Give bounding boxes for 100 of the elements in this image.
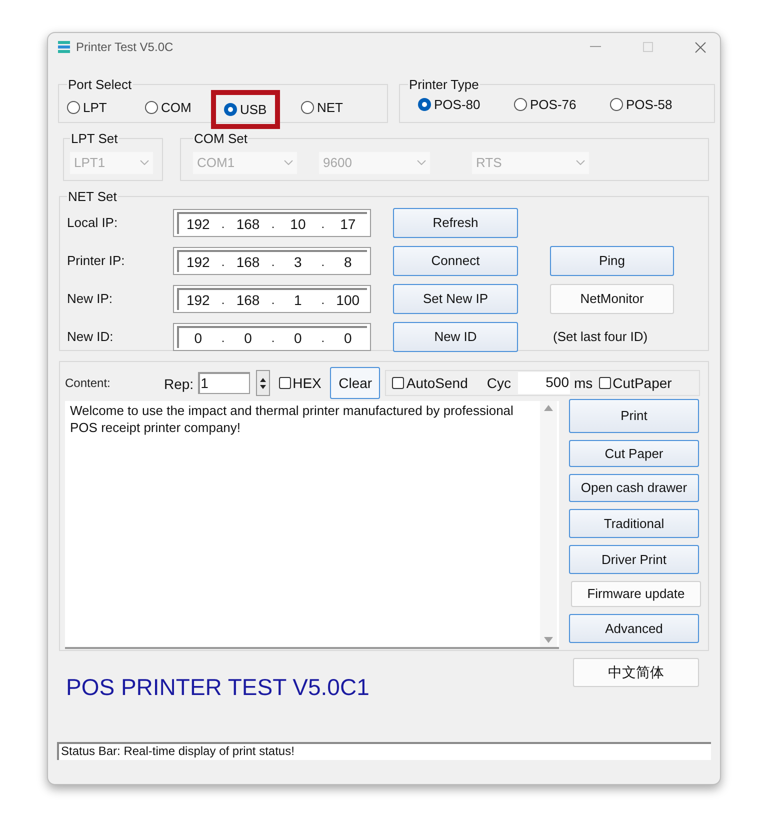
button[interactable]: Traditional [569, 509, 699, 538]
ip-octet: 3 [293, 252, 303, 272]
radio-label[interactable]: POS-76 [530, 94, 576, 114]
cycle-interval-field[interactable]: 500 [518, 372, 570, 394]
up-arrow-icon[interactable] [260, 378, 266, 382]
radio-label[interactable]: POS-58 [626, 94, 672, 114]
content-text: Welcome to use the impact and thermal printer manufactured by professional POS receipt printer company! [69, 402, 514, 436]
radio-label[interactable]: LPT [83, 98, 107, 118]
ip-separator: . [221, 216, 225, 233]
ip-separator: . [321, 216, 325, 233]
group-label: COM Set [193, 130, 248, 148]
radio-label[interactable]: NET [317, 98, 343, 118]
hint-text: (Set last four ID) [553, 328, 648, 346]
app-icon [58, 41, 70, 53]
clear-button[interactable]: Clear [330, 367, 380, 399]
ip-address-field[interactable]: 192 . 168 . 10 . 17 [173, 209, 371, 237]
ip-octet: 192 [185, 252, 211, 272]
ip-octet: 192 [185, 214, 211, 234]
down-arrow-icon[interactable] [260, 384, 266, 388]
ip-separator: . [271, 254, 275, 271]
radio-button[interactable] [418, 98, 431, 111]
ip-separator: . [271, 330, 275, 347]
window-title: Printer Test V5.0C [76, 39, 174, 56]
ip-separator: . [321, 254, 325, 271]
group-label: Printer Type [408, 76, 480, 94]
field-label: New ID: [67, 328, 114, 346]
checkbox[interactable] [598, 377, 611, 389]
ip-octet: 0 [193, 328, 204, 348]
radio-button[interactable] [224, 103, 237, 116]
button[interactable]: Refresh [393, 208, 518, 238]
field-label: New IP: [67, 290, 114, 308]
ip-octet: 0 [293, 328, 303, 348]
field-label: Cyc [486, 374, 511, 393]
ip-octet: 192 [185, 290, 211, 310]
radio-label[interactable]: USB [240, 100, 267, 120]
button[interactable]: Print [569, 399, 699, 433]
ip-separator: . [271, 292, 275, 309]
button[interactable]: NetMonitor [550, 284, 674, 314]
repeat-count-field[interactable]: 1 [198, 372, 250, 394]
checkbox[interactable] [392, 377, 404, 389]
ip-separator: . [271, 216, 275, 233]
ip-octet: 0 [342, 328, 353, 348]
radio-button[interactable] [514, 98, 527, 111]
button[interactable]: Driver Print [569, 545, 699, 574]
dropdown-value: COM1 [197, 154, 235, 172]
spinner-control[interactable] [256, 370, 270, 396]
button[interactable]: New ID [393, 322, 518, 352]
content-textarea[interactable]: Welcome to use the impact and thermal printer manufactured by professional POS receipt printer company! [65, 401, 559, 649]
ip-octet: 10 [289, 214, 307, 234]
ip-separator: . [221, 254, 225, 271]
ip-octet: 168 [235, 290, 261, 310]
chevron-icon [284, 160, 293, 165]
content-label: Content: [65, 375, 112, 392]
ip-separator: . [221, 292, 225, 309]
button[interactable]: Connect [393, 246, 518, 276]
dropdown-value: LPT1 [74, 154, 106, 172]
ip-octet: 168 [235, 252, 261, 272]
status-bar: Status Bar: Real-time display of print status! [57, 742, 711, 760]
radio-button[interactable] [610, 98, 623, 111]
button[interactable]: Ping [550, 246, 674, 276]
ip-octet: 1 [293, 290, 303, 310]
ip-address-field[interactable]: 192 . 168 . 1 . 100 [173, 285, 371, 313]
field-label: Rep: [164, 375, 194, 394]
close-icon[interactable] [695, 42, 706, 52]
ip-address-field[interactable]: 192 . 168 . 3 . 8 [173, 247, 371, 275]
ip-separator: . [321, 292, 325, 309]
button[interactable]: Cut Paper [569, 440, 699, 467]
group-label: Port Select [67, 76, 133, 94]
ip-address-field[interactable]: 0 . 0 . 0 . 0 [173, 323, 371, 351]
radio-button[interactable] [145, 101, 158, 114]
button[interactable]: Firmware update [571, 581, 701, 607]
unit-label: ms [574, 374, 593, 392]
ip-octet: 17 [339, 214, 357, 234]
ip-octet: 0 [243, 328, 253, 348]
ip-octet: 100 [335, 290, 361, 310]
ip-separator: . [221, 330, 225, 347]
group-label: NET Set [67, 188, 118, 206]
checkbox-label[interactable]: CutPaper [612, 372, 672, 394]
chevron-icon [140, 160, 149, 165]
button[interactable]: 中文简体 [573, 658, 699, 687]
chevron-icon [417, 160, 426, 165]
checkbox-label[interactable]: HEX [292, 372, 322, 394]
radio-label[interactable]: POS-80 [434, 94, 480, 114]
radio-button[interactable] [301, 101, 314, 114]
dropdown-value: 9600 [323, 154, 352, 172]
group-label: LPT Set [70, 130, 119, 148]
button[interactable]: Set New IP [393, 284, 518, 314]
chevron-icon [576, 160, 585, 165]
checkbox[interactable] [278, 377, 291, 389]
button[interactable]: Open cash drawer [569, 474, 699, 502]
ip-octet: 8 [342, 252, 353, 272]
button[interactable]: Advanced [569, 614, 699, 643]
field-label: Local IP: [67, 214, 119, 232]
app-banner-title: POS PRINTER TEST V5.0C1 [66, 673, 370, 701]
field-label: Printer IP: [67, 252, 126, 270]
checkbox-label[interactable]: AutoSend [406, 372, 468, 394]
dropdown-value: RTS [476, 154, 502, 172]
ip-separator: . [321, 330, 325, 347]
radio-label[interactable]: COM [161, 98, 192, 118]
radio-button[interactable] [67, 101, 80, 114]
